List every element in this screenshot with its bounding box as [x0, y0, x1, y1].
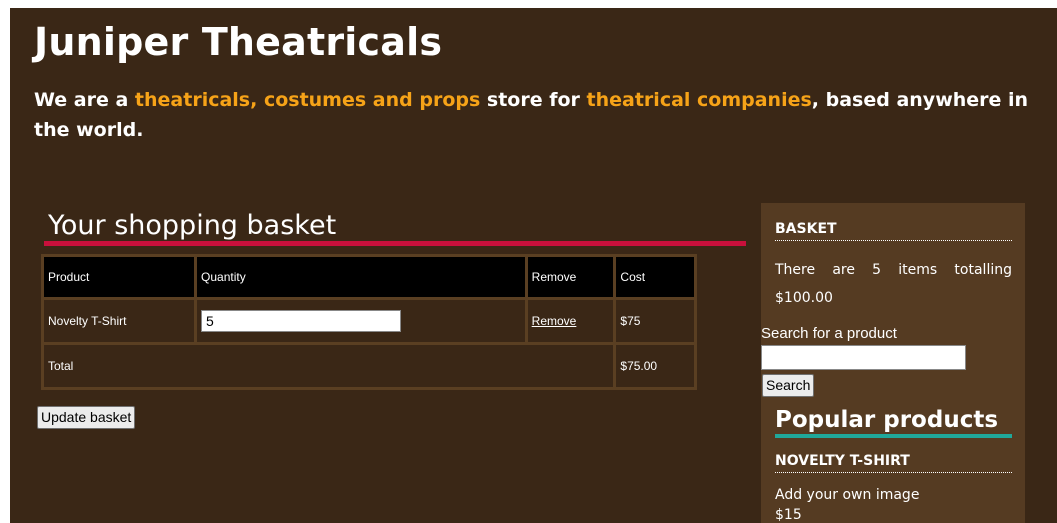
update-basket-button[interactable]: Update basket	[37, 406, 136, 429]
basket-header-row: Product Quantity Remove Cost	[44, 257, 694, 297]
remove-link[interactable]: Remove	[532, 314, 577, 328]
basket-summary: There are 5 items totalling $100.00	[775, 262, 1012, 306]
page: Juniper Theatricals We are a theatricals…	[10, 8, 1057, 523]
search-input[interactable]	[761, 345, 966, 370]
tagline-text-2: store for	[480, 89, 587, 111]
tagline-highlight-products: theatricals, costumes and props	[134, 89, 481, 111]
popular-product-price: $15	[775, 507, 802, 523]
site-tagline: We are a theatricals, costumes and props…	[34, 85, 1034, 145]
search-button[interactable]: Search	[762, 374, 815, 397]
basket-page-heading: Your shopping basket	[44, 211, 746, 246]
column-header-quantity: Quantity	[197, 257, 525, 297]
table-row: Novelty T-Shirt Remove $75	[44, 300, 694, 342]
column-header-product: Product	[44, 257, 195, 297]
search-label: Search for a product	[761, 325, 897, 342]
sidebar: BASKET There are 5 items totalling $100.…	[761, 203, 1025, 523]
sidebar-basket-heading: BASKET	[775, 221, 1012, 241]
tagline-text-1: We are a	[34, 89, 135, 111]
column-header-cost: Cost	[616, 257, 694, 297]
basket-table: Product Quantity Remove Cost Novelty T-S…	[41, 254, 697, 390]
tagline-highlight-companies: theatrical companies	[586, 89, 812, 111]
popular-products-heading: Popular products	[775, 406, 1012, 438]
column-header-remove: Remove	[527, 257, 614, 297]
quantity-input[interactable]	[201, 310, 402, 332]
popular-product-name[interactable]: NOVELTY T-SHIRT	[775, 453, 1012, 473]
remove-cell: Remove	[527, 300, 614, 342]
total-label: Total	[44, 345, 614, 387]
total-row: Total $75.00	[44, 345, 694, 387]
product-cell: Novelty T-Shirt	[44, 300, 195, 342]
quantity-cell	[197, 300, 525, 342]
cost-cell: $75	[616, 300, 694, 342]
site-title: Juniper Theatricals	[34, 20, 443, 64]
total-value: $75.00	[616, 345, 694, 387]
popular-product-description: Add your own image	[775, 487, 920, 503]
